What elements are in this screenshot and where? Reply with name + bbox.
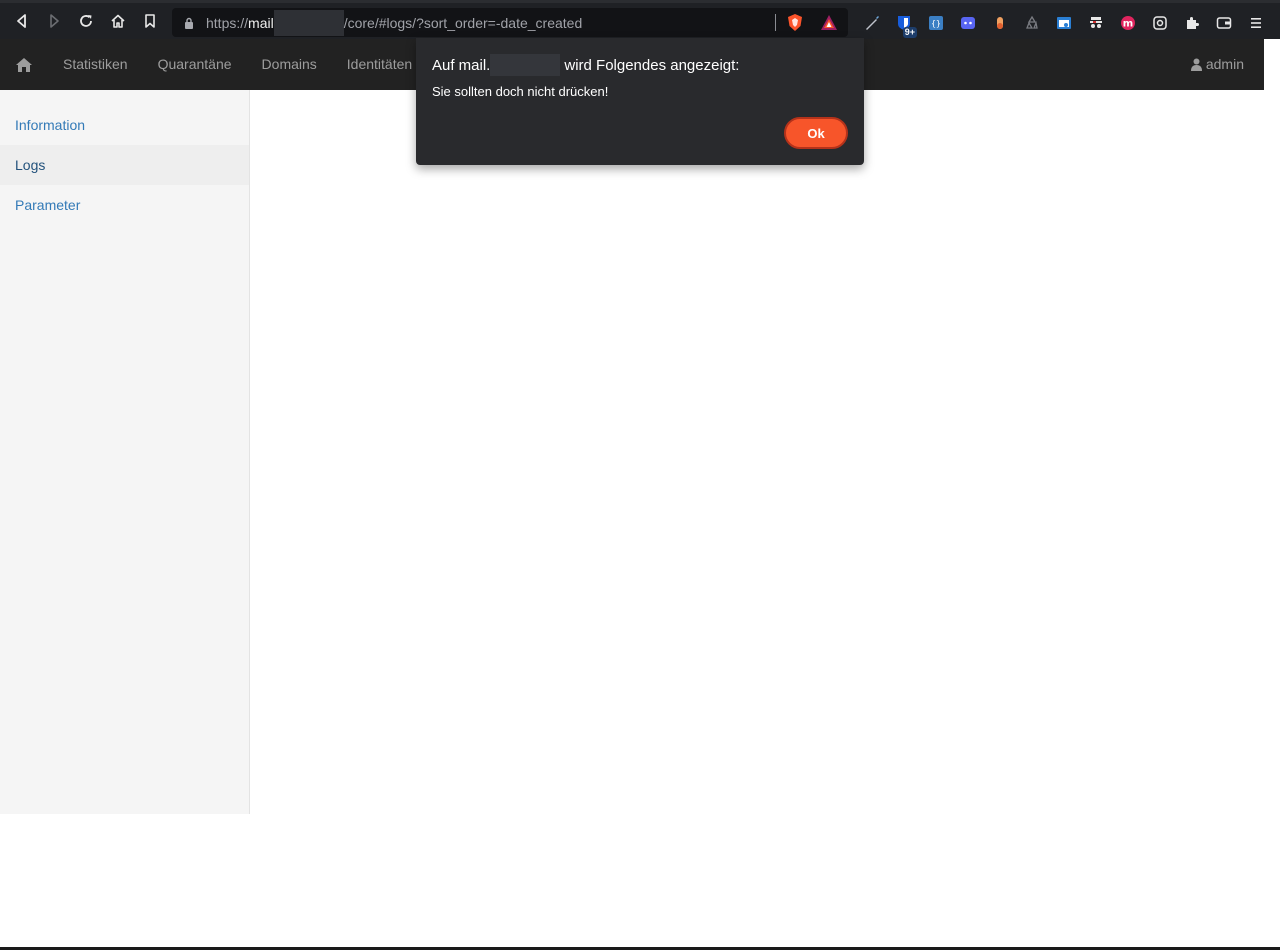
home-button[interactable] (102, 5, 134, 37)
redacted-block (273, 9, 344, 36)
svg-text:{}: {} (931, 19, 941, 28)
menu-icon[interactable] (1240, 7, 1272, 39)
window-extension-icon[interactable] (1048, 7, 1080, 39)
sidebar: Information Logs Parameter (0, 90, 250, 814)
capsule-extension-icon[interactable] (984, 7, 1016, 39)
forward-arrow-icon (50, 14, 59, 28)
ok-button[interactable]: Ok (784, 117, 848, 149)
discord-icon[interactable] (952, 7, 984, 39)
wallet-icon[interactable] (1208, 7, 1240, 39)
back-arrow-icon (17, 14, 26, 28)
sidebar-item-information[interactable]: Information (0, 105, 249, 145)
url-scheme: https:// (206, 14, 249, 31)
stylus-icon[interactable]: {} (920, 7, 952, 39)
url-separator (775, 14, 776, 31)
forward-button[interactable] (38, 5, 70, 37)
spy-extension-icon[interactable] (1080, 7, 1112, 39)
reload-button[interactable] (70, 5, 102, 37)
back-button[interactable] (6, 5, 38, 37)
home-icon (111, 14, 125, 28)
lock-icon (185, 17, 193, 29)
brave-rewards-icon[interactable] (820, 14, 838, 31)
sidebar-item-logs[interactable]: Logs (0, 145, 249, 185)
user-name: admin (1205, 56, 1244, 72)
extensions-puzzle-icon[interactable] (1176, 7, 1208, 39)
bookmark-button[interactable] (134, 5, 166, 37)
nav-item-quarantaene[interactable]: Quarantäne (143, 39, 247, 90)
alert-dialog: Auf mail. wird Folgendes angezeigt: Sie … (416, 38, 864, 165)
redacted-block (490, 54, 561, 76)
bitwarden-icon[interactable]: 9+ (888, 7, 920, 39)
home-icon (16, 57, 32, 72)
extension-badge: 9+ (902, 27, 917, 38)
user-icon (1190, 58, 1202, 71)
reload-icon (80, 15, 92, 27)
url-path: /core/#logs/?sort_order=-date_created (343, 14, 583, 31)
url-text: https://mail/core/#logs/?sort_order=-dat… (206, 9, 583, 36)
svg-text:m: m (1123, 19, 1133, 30)
nav-item-identitaeten[interactable]: Identitäten (332, 39, 427, 90)
dialog-title-suffix: wird Folgendes angezeigt: (564, 56, 740, 74)
dialog-title: Auf mail. wird Folgendes angezeigt: (432, 54, 739, 76)
nav-item-statistiken[interactable]: Statistiken (48, 39, 143, 90)
pen-extension-icon[interactable] (856, 7, 888, 39)
scrollbar-area (1264, 39, 1280, 90)
screenshot-extension-icon[interactable] (1144, 7, 1176, 39)
dialog-title-prefix: Auf mail. (432, 56, 491, 74)
nav-item-domains[interactable]: Domains (247, 39, 332, 90)
dialog-message: Sie sollten doch nicht drücken! (432, 84, 609, 99)
extensions-bar: 9+ {} m (856, 7, 1272, 39)
url-host: mail (248, 14, 274, 31)
browser-toolbar: https://mail/core/#logs/?sort_order=-dat… (0, 0, 1280, 39)
brave-shield-icon[interactable] (786, 13, 804, 32)
bookmark-icon (145, 14, 155, 28)
m-extension-icon[interactable]: m (1112, 7, 1144, 39)
recycle-icon[interactable] (1016, 7, 1048, 39)
address-bar[interactable]: https://mail/core/#logs/?sort_order=-dat… (172, 8, 848, 37)
user-menu[interactable]: admin (1190, 39, 1244, 90)
nav-home-button[interactable] (0, 39, 48, 90)
sidebar-item-parameter[interactable]: Parameter (0, 185, 249, 225)
